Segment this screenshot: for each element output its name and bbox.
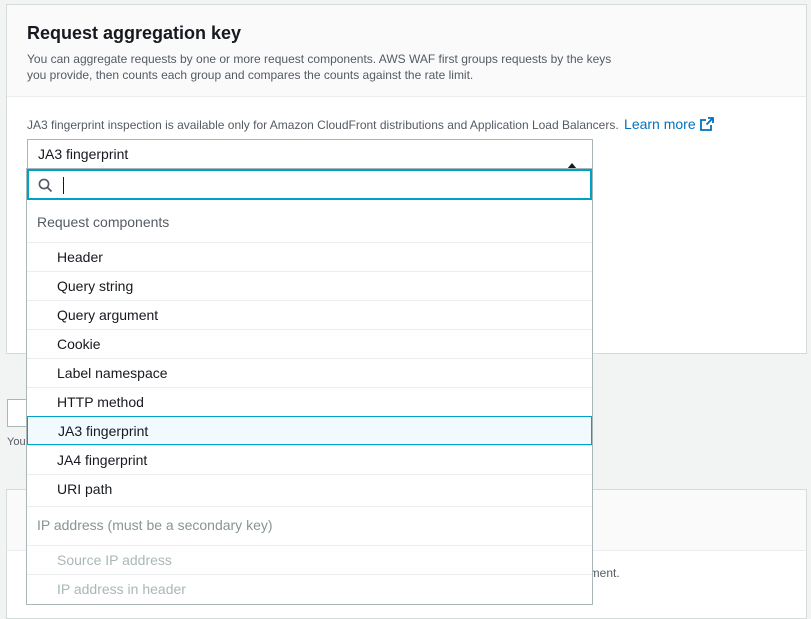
aggregation-key-select[interactable]: JA3 fingerprint — [27, 139, 593, 169]
option-header[interactable]: Header — [27, 242, 592, 271]
dropdown-search[interactable] — [27, 169, 592, 200]
ja3-info-text: JA3 fingerprint inspection is available … — [27, 116, 714, 134]
search-icon — [38, 178, 53, 198]
option-cookie[interactable]: Cookie — [27, 329, 592, 358]
option-source-ip-address: Source IP address — [27, 545, 592, 574]
panel-description: You can aggregate requests by one or mor… — [27, 52, 612, 82]
group-label-request-components: Request components — [37, 214, 170, 230]
text-cursor — [63, 177, 64, 194]
aggregation-key-dropdown: Request components Header Query string Q… — [26, 168, 593, 605]
option-ja3-fingerprint[interactable]: JA3 fingerprint — [27, 416, 592, 445]
background-helper-text: You — [7, 436, 26, 448]
option-ja4-fingerprint[interactable]: JA4 fingerprint — [27, 445, 592, 474]
panel-title: Request aggregation key — [27, 23, 242, 43]
option-http-method[interactable]: HTTP method — [27, 387, 592, 416]
search-input[interactable] — [62, 174, 566, 198]
option-ip-address-in-header: IP address in header — [27, 574, 592, 603]
group-label-ip-address: IP address (must be a secondary key) — [27, 506, 592, 542]
learn-more-label: Learn more — [624, 116, 696, 132]
option-query-argument[interactable]: Query argument — [27, 300, 592, 329]
external-link-icon — [699, 117, 714, 134]
option-label-namespace[interactable]: Label namespace — [27, 358, 592, 387]
option-uri-path[interactable]: URI path — [27, 474, 592, 503]
option-query-string[interactable]: Query string — [27, 271, 592, 300]
panel-header: Request aggregation key You can aggregat… — [7, 5, 806, 97]
learn-more-link[interactable]: Learn more — [624, 116, 714, 132]
info-text: JA3 fingerprint inspection is available … — [27, 118, 619, 132]
select-value: JA3 fingerprint — [38, 146, 129, 162]
